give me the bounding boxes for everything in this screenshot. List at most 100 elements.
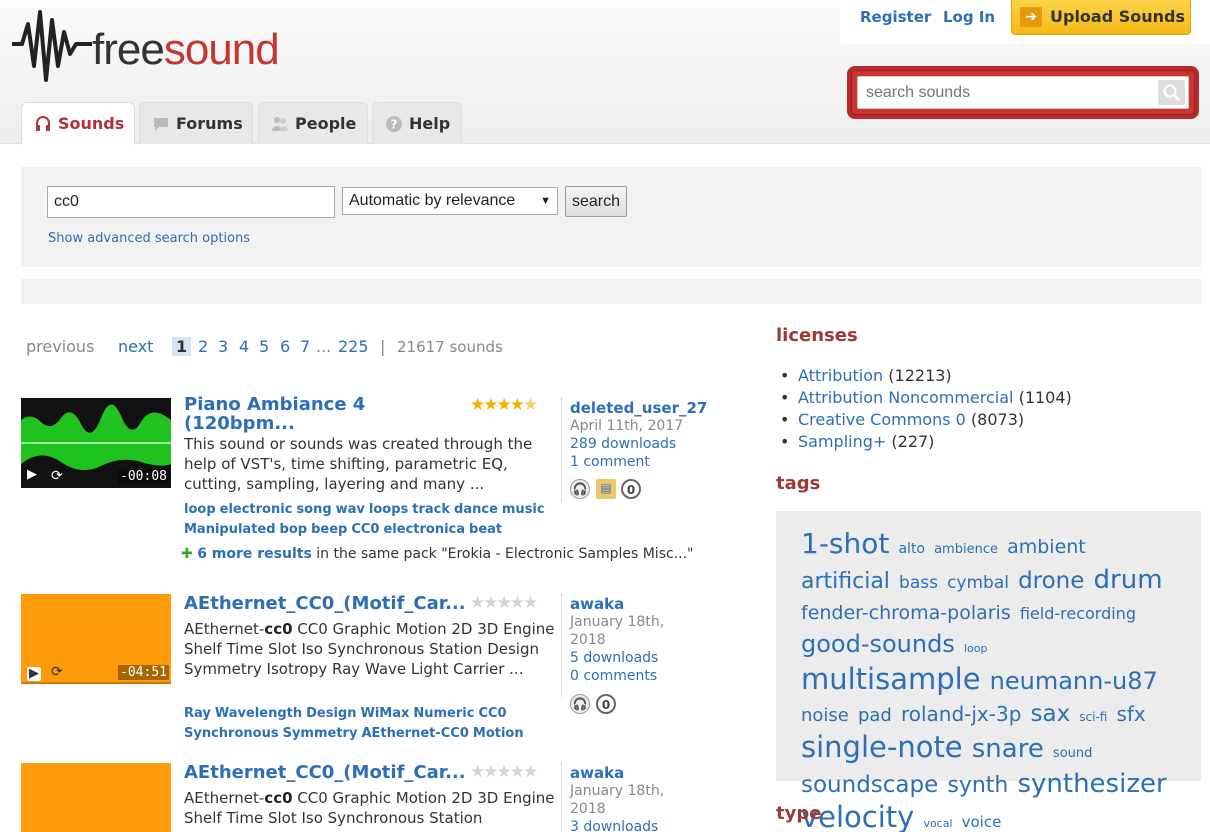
pagination-last-page[interactable]: 225 [338,337,369,356]
tag-link[interactable]: beep [311,522,347,537]
tagcloud-tag[interactable]: vocal [923,817,952,830]
pagination-page-4[interactable]: 4 [239,337,249,356]
tag-link[interactable]: electronica [383,522,465,537]
tagcloud-tag[interactable]: multisample [801,662,981,696]
more-results-link[interactable]: 6 more results [197,546,312,562]
sound-author-link[interactable]: awaka [570,764,624,782]
license-link[interactable]: Sampling+ [798,432,886,451]
tagcloud-tag[interactable]: sfx [1116,702,1145,726]
tagcloud-tag[interactable]: synthesizer [1017,769,1166,799]
play-icon[interactable]: ▶ [27,468,41,482]
sound-author-link[interactable]: deleted_user_27 [570,399,707,417]
header-search-input[interactable] [866,83,1156,103]
more-from-pack[interactable]: ✚ 6 more results in the same pack "Eroki… [181,546,693,562]
tagcloud-tag[interactable]: ambience [934,542,998,557]
tag-link[interactable]: wav [336,502,365,517]
tagcloud-tag[interactable]: single-note [801,730,963,764]
tag-link[interactable]: Motion [473,726,524,741]
tagcloud-tag[interactable]: fender-chroma-polaris [801,602,1011,624]
license-link[interactable]: Attribution [798,366,883,385]
tagcloud-tag[interactable]: field-recording [1020,604,1136,623]
tagcloud-tag[interactable]: drum [1094,565,1163,595]
loop-icon[interactable]: ⟳ [51,665,63,679]
sound-author-link[interactable]: awaka [570,595,624,613]
tagcloud-tag[interactable]: cymbal [947,573,1009,593]
downloads-link[interactable]: 289 downloads [570,435,721,453]
tagcloud-tag[interactable]: bass [899,573,938,593]
tagcloud-tag[interactable]: neumann-u87 [990,667,1158,695]
tagcloud-tag[interactable]: roland-jx-3p [901,702,1021,726]
tag-link[interactable]: beat [469,522,502,537]
tag-link[interactable]: Manipulated [184,522,276,537]
tag-link[interactable]: CC0 [351,522,379,537]
waveform-player[interactable] [21,763,171,832]
tag-link[interactable]: song [296,502,331,517]
tag-link[interactable]: Ray [184,706,211,721]
tagcloud-tag[interactable]: snare [972,734,1044,764]
tab-forums[interactable]: Forums [139,102,253,144]
license-link[interactable]: Attribution Noncommercial [798,388,1013,407]
tagcloud-tag[interactable]: synth [947,773,1008,798]
advanced-search-link[interactable]: Show advanced search options [48,231,250,246]
login-link[interactable]: Log In [943,8,995,26]
sort-select[interactable]: Automatic by relevance ▼ [342,187,558,215]
tagcloud-tag[interactable]: drone [1018,568,1084,594]
tagcloud-tag[interactable]: sci-fi [1079,710,1107,724]
pagination-next[interactable]: next [118,337,153,356]
tagcloud-tag[interactable]: loop [964,642,988,655]
play-icon[interactable]: ▶ [27,667,41,681]
pagination-page-5[interactable]: 5 [259,337,269,356]
tagcloud-tag[interactable]: alto [898,541,925,557]
tag-link[interactable]: Numeric [413,706,474,721]
sound-title[interactable]: Piano Ambiance 4 (120bpm... [184,395,469,433]
tagcloud-tag[interactable]: 1-shot [801,527,889,560]
query-input[interactable]: cc0 [47,186,335,218]
tagcloud-tag[interactable]: good-sounds [801,630,955,658]
register-link[interactable]: Register [860,8,931,26]
tagcloud-tag[interactable]: pad [858,705,892,726]
tagcloud-tag[interactable]: sax [1031,701,1071,727]
tag-link[interactable]: Design [306,706,356,721]
tagcloud-tag[interactable]: artificial [801,569,890,594]
tagcloud-tag[interactable]: voice [962,813,1002,831]
tagcloud-tag[interactable]: sound [1053,746,1092,761]
pagination-page-2[interactable]: 2 [198,337,208,356]
tag-link[interactable]: Synchronous [184,726,279,741]
waveform-player[interactable]: ▶ ⟳ -04:51 [21,594,171,684]
downloads-link[interactable]: 5 downloads [570,649,721,667]
search-button[interactable]: search [565,186,627,217]
tag-link[interactable]: music [502,502,545,517]
tagcloud-tag[interactable]: soundscape [801,772,938,798]
pagination-page-6[interactable]: 6 [280,337,290,356]
upload-sounds-button[interactable]: ➔ Upload Sounds [1011,0,1191,35]
tag-link[interactable]: WiMax [360,706,409,721]
sound-title[interactable]: AEthernet_CC0_(Motif_Car... [184,763,469,782]
tag-link[interactable]: loops [369,502,408,517]
pack-icon[interactable]: ▤ [596,479,616,499]
comments-link[interactable]: 0 comments [570,667,721,685]
tag-link[interactable]: Symmetry [283,726,358,741]
tab-sounds[interactable]: Sounds [21,102,135,145]
tag-link[interactable]: AEthernet-CC0 [361,726,468,741]
tab-people[interactable]: People [258,102,368,144]
pagination-page-3[interactable]: 3 [218,337,228,356]
tag-link[interactable]: Wavelength [215,706,302,721]
tag-link[interactable]: bop [280,522,308,537]
waveform-player[interactable]: ▶ ⟳ -00:08 [21,398,171,488]
tag-link[interactable]: loop [184,502,216,517]
sound-title[interactable]: AEthernet_CC0_(Motif_Car... [184,594,469,613]
downloads-link[interactable]: 3 downloads [570,818,721,832]
search-submit-button[interactable] [1158,80,1185,105]
tagcloud-tag[interactable]: noise [801,705,849,726]
freesound-logo[interactable]: freesound [12,6,332,86]
tag-link[interactable]: dance [454,502,498,517]
license-link[interactable]: Creative Commons 0 [798,410,966,429]
tag-link[interactable]: CC0 [478,706,506,721]
tab-help[interactable]: ? Help [372,102,462,144]
loop-icon[interactable]: ⟳ [51,469,63,483]
pagination-page-7[interactable]: 7 [300,337,310,356]
tag-link[interactable]: track [412,502,450,517]
comments-link[interactable]: 1 comment [570,453,721,471]
tagcloud-tag[interactable]: ambient [1007,536,1086,558]
tag-link[interactable]: electronic [220,502,293,517]
